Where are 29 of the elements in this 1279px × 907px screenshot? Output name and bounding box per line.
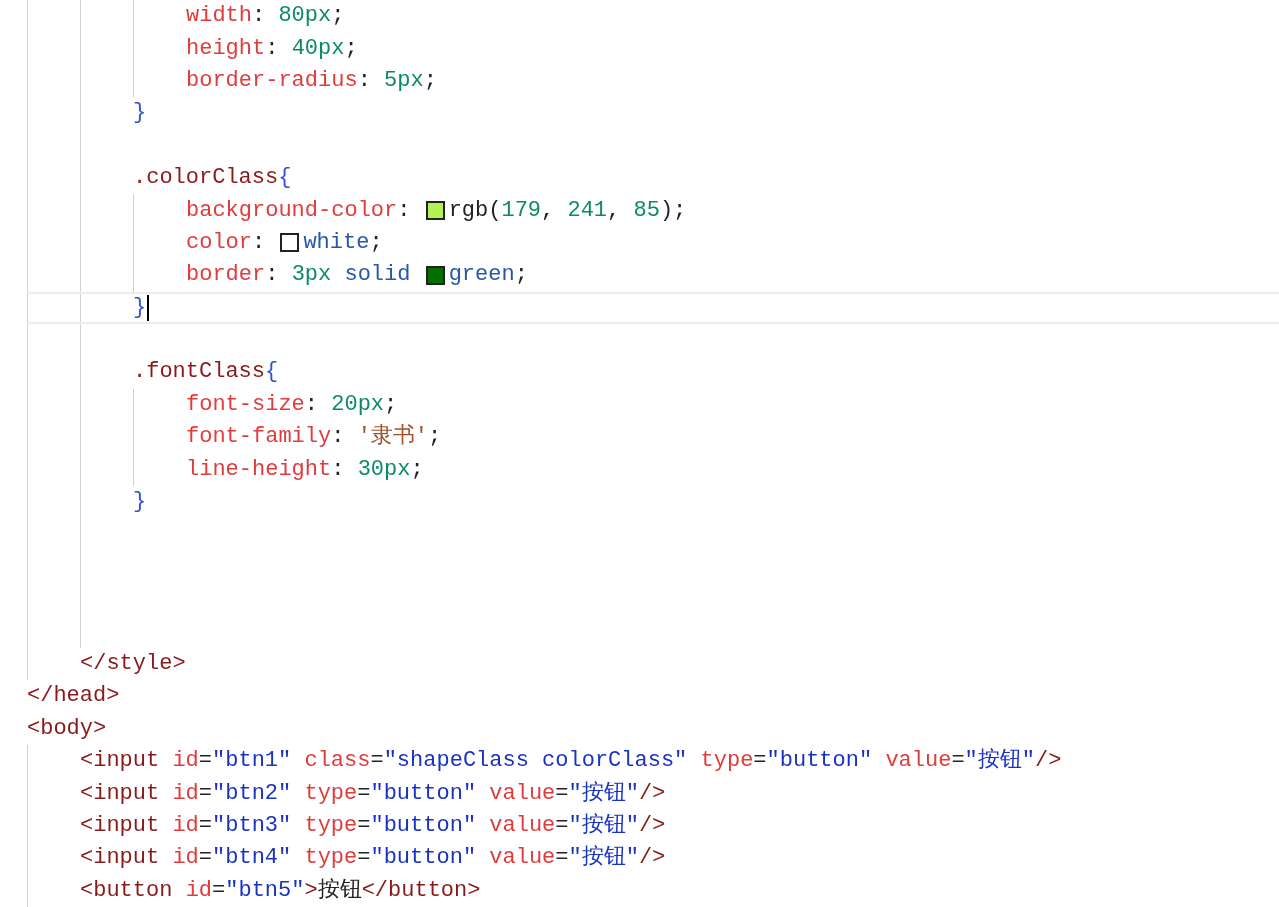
- code-text: <input id="btn2" type="button" value="按钮"/>: [80, 782, 666, 805]
- code-text: <input id="btn3" type="button" value="按钮"/>: [80, 814, 666, 837]
- code-text: width: 80px;: [186, 5, 345, 28]
- code-text: white;: [303, 231, 383, 254]
- color-swatch-icon[interactable]: [425, 265, 445, 285]
- code-text: font-family: '隶书';: [186, 426, 442, 449]
- code-text: green;: [448, 264, 528, 287]
- code-text: <button id="btn5">按钮</button>: [80, 879, 481, 902]
- text-cursor: [147, 294, 150, 321]
- code-text: border-radius: 5px;: [186, 69, 437, 92]
- code-text: <body>: [27, 717, 107, 740]
- code-text: font-size: 20px;: [186, 393, 398, 416]
- code-text: border: 3px solid: [186, 264, 412, 287]
- code-text: rgb(179, 241, 85);: [448, 199, 687, 222]
- code-text: color:: [186, 231, 267, 254]
- code-text: .fontClass{: [133, 361, 279, 384]
- code-text: line-height: 30px;: [186, 458, 424, 481]
- code-text: height: 40px;: [186, 37, 358, 60]
- code-text: <input id="btn1" class="shapeClass colorClass" type="button" value="按钮"/>: [80, 750, 1062, 773]
- code-text: .colorClass{: [133, 167, 292, 190]
- color-swatch-icon[interactable]: [280, 233, 300, 253]
- color-swatch-icon[interactable]: [425, 201, 445, 221]
- code-text: </style>: [80, 653, 186, 675]
- code-text: </head>: [27, 685, 120, 708]
- code-text: background-color:: [186, 199, 412, 222]
- code-text: }: [133, 491, 147, 514]
- code-text: }: [133, 296, 147, 319]
- code-text: }: [133, 102, 147, 125]
- code-text: <input id="btn4" type="button" value="按钮"/>: [80, 847, 666, 870]
